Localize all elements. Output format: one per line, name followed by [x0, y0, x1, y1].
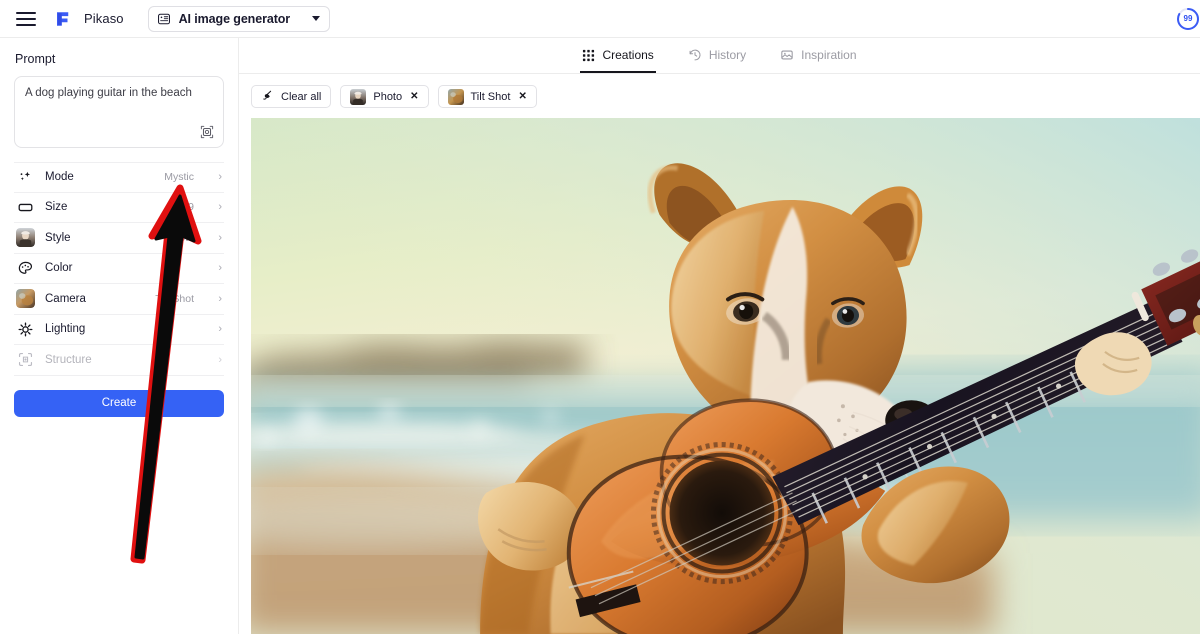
structure-icon: [16, 350, 35, 369]
credit-count: 99: [1183, 14, 1193, 23]
pikaso-app: Pikaso AI image generator 99 Prompt A do…: [0, 0, 1200, 634]
hamburger-menu-icon[interactable]: [16, 8, 38, 30]
credit-ring-icon[interactable]: 99: [1176, 7, 1200, 31]
chevron-right-icon: ›: [218, 262, 222, 275]
option-row-size[interactable]: Size 6:9 ›: [14, 193, 224, 223]
close-icon[interactable]: ✕: [518, 91, 526, 102]
option-label: Size: [45, 201, 68, 214]
chevron-right-icon: ›: [218, 323, 222, 336]
create-button[interactable]: Create: [14, 389, 224, 417]
option-label: Color: [45, 262, 73, 275]
generation-options-list: Mode Mystic › Size 6:9 › Style Photo › C…: [14, 162, 224, 376]
tab-inspiration[interactable]: Inspiration: [778, 39, 858, 73]
lighting-icon: [16, 320, 35, 339]
app-body: Prompt A dog playing guitar in the beach: [0, 38, 1200, 634]
option-row-lighting[interactable]: Lighting ›: [14, 315, 224, 345]
sparkles-icon: [16, 168, 35, 187]
grid-icon: [582, 49, 595, 62]
option-label: Camera: [45, 292, 86, 305]
option-row-camera[interactable]: Camera Tilt-Shot ›: [14, 284, 224, 315]
top-bar-right: 99: [1176, 7, 1199, 31]
tilt-thumb: [447, 88, 464, 105]
sidebar-panel: Prompt A dog playing guitar in the beach: [0, 38, 239, 634]
rectangle-icon: [16, 198, 35, 217]
chip-photo[interactable]: Photo ✕: [340, 85, 429, 108]
generated-image[interactable]: [251, 118, 1200, 634]
style-thumb: [16, 228, 35, 248]
close-icon[interactable]: ✕: [410, 91, 418, 102]
tab-history[interactable]: History: [686, 39, 748, 73]
chevron-right-icon: ›: [218, 171, 222, 184]
chip-tilt-shot[interactable]: Tilt Shot ✕: [437, 85, 537, 108]
chevron-right-icon: ›: [218, 353, 222, 366]
option-value: Mystic: [164, 171, 194, 184]
tool-selector[interactable]: AI image generator: [147, 5, 331, 32]
tab-label: History: [708, 48, 747, 62]
add-image-icon[interactable]: [198, 123, 216, 141]
tab-label: Creations: [602, 48, 654, 62]
chip-label: Tilt Shot: [470, 90, 511, 103]
palette-icon: [16, 259, 35, 278]
chevron-right-icon: ›: [218, 231, 222, 244]
brand-name: Pikaso: [84, 11, 124, 26]
generated-image-art: [251, 118, 1200, 634]
option-label: Style: [45, 231, 71, 244]
tool-selector-label: AI image generator: [178, 11, 291, 26]
freepik-f-logo[interactable]: [54, 10, 72, 28]
top-bar: Pikaso AI image generator 99: [0, 0, 1200, 38]
tab-label: Inspiration: [801, 48, 857, 62]
chevron-right-icon: ›: [218, 292, 222, 305]
option-label: Lighting: [45, 323, 86, 336]
option-row-style[interactable]: Style Photo ›: [14, 223, 224, 254]
photo-thumb: [350, 88, 367, 105]
main-panel: Creations History Inspiration Clear all …: [239, 38, 1200, 634]
option-label: Mode: [45, 171, 74, 184]
option-row-color[interactable]: Color ›: [14, 254, 224, 284]
prompt-box[interactable]: A dog playing guitar in the beach: [14, 76, 224, 148]
option-row-structure[interactable]: Structure ›: [14, 345, 224, 376]
camera-thumb: [16, 289, 35, 309]
image-icon: [780, 48, 794, 62]
creations-canvas: [239, 118, 1200, 634]
option-value: 6:9: [179, 201, 194, 214]
chevron-right-icon: ›: [218, 201, 222, 214]
option-value: Tilt-Shot: [155, 292, 194, 305]
clock-icon: [688, 48, 702, 62]
option-value: Photo: [166, 231, 194, 244]
prompt-input[interactable]: A dog playing guitar in the beach: [25, 86, 213, 102]
tab-creations[interactable]: Creations: [580, 39, 656, 73]
chip-label: Photo: [373, 90, 403, 103]
broom-icon: [261, 89, 274, 105]
option-row-mode[interactable]: Mode Mystic ›: [14, 162, 224, 193]
chip-label: Clear all: [281, 90, 322, 103]
filter-chips: Clear all Photo ✕ Tilt Shot ✕: [239, 74, 1200, 118]
prompt-label: Prompt: [15, 52, 56, 66]
option-label: Structure: [45, 353, 92, 366]
chevron-down-icon: [312, 16, 321, 21]
tab-bar: Creations History Inspiration: [239, 38, 1200, 74]
chip-clear-all[interactable]: Clear all: [251, 85, 332, 108]
ai-image-generator-icon: [157, 13, 170, 24]
